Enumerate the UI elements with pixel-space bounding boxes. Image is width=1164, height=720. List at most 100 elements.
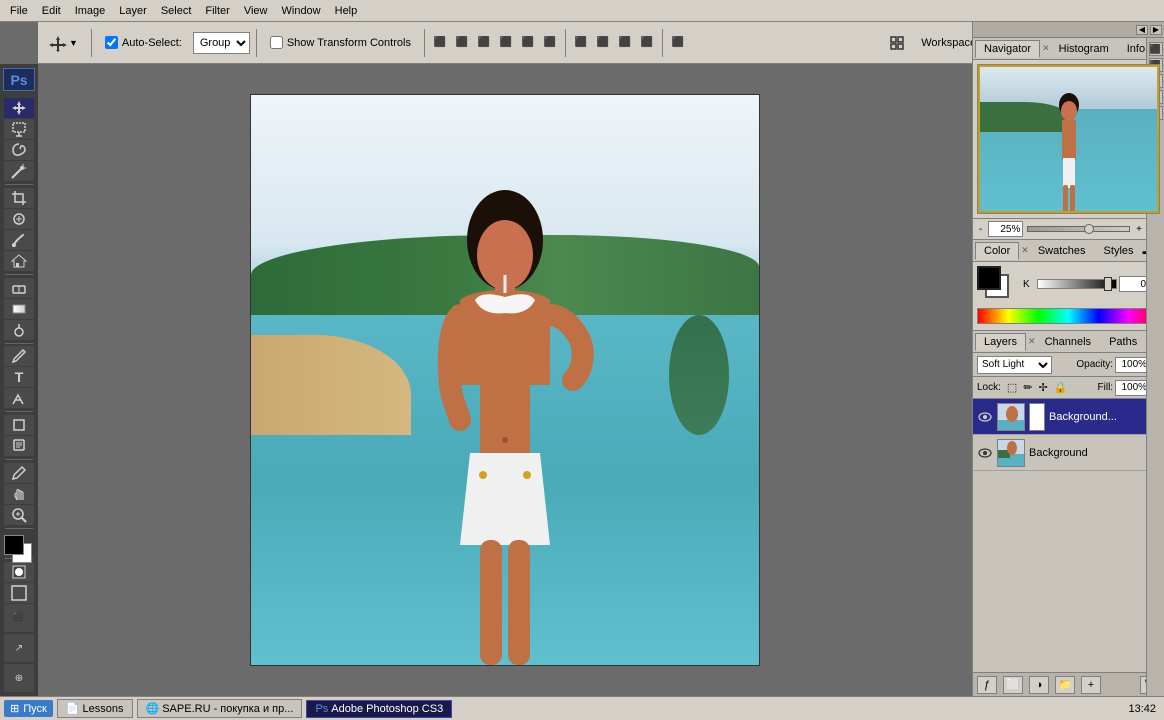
- auto-select-dropdown[interactable]: Group: [193, 32, 250, 54]
- show-transform-label: Show Transform Controls: [263, 30, 418, 56]
- tool-eraser[interactable]: [4, 278, 34, 298]
- layer-row-background-copy[interactable]: Background...: [973, 399, 1164, 435]
- canvas-area[interactable]: [38, 64, 972, 696]
- panel-expand-btn[interactable]: ▶: [1150, 25, 1162, 35]
- tool-shape[interactable]: [4, 415, 34, 435]
- align-top-left-btn[interactable]: ⬛: [431, 34, 449, 52]
- start-button[interactable]: ⊞ Пуск: [4, 700, 53, 717]
- align-bottom-btn[interactable]: ⬛: [475, 34, 493, 52]
- toolbar-sep-1: [91, 29, 92, 57]
- layer-row-background[interactable]: Background 🔒: [973, 435, 1164, 471]
- tool-clone[interactable]: [4, 251, 34, 271]
- tool-eyedropper[interactable]: [4, 463, 34, 483]
- blend-mode-select[interactable]: Soft Light: [977, 356, 1052, 374]
- tab-navigator[interactable]: Navigator: [975, 40, 1040, 58]
- tool-brush[interactable]: [4, 230, 34, 250]
- lock-position-btn[interactable]: ✢: [1039, 381, 1048, 394]
- opacity-input[interactable]: 100%: [1115, 357, 1150, 373]
- tool-selection[interactable]: [4, 119, 34, 139]
- tool-gradient[interactable]: [4, 299, 34, 319]
- menu-item-filter[interactable]: Filter: [199, 3, 235, 19]
- tool-extra-1[interactable]: ⬛: [4, 604, 34, 632]
- tab-layers[interactable]: Layers: [975, 333, 1026, 351]
- tool-hand[interactable]: [4, 484, 34, 504]
- move-tool-btn[interactable]: ▼: [42, 30, 85, 56]
- tab-styles[interactable]: Styles: [1095, 242, 1143, 260]
- tool-path-select[interactable]: [4, 388, 34, 408]
- tool-type[interactable]: T: [4, 367, 34, 387]
- tool-lasso[interactable]: [4, 140, 34, 160]
- taskbar-sape[interactable]: 🌐 SAPE.RU - покупка и пр...: [137, 699, 303, 718]
- align-top-center-btn[interactable]: ⬛: [453, 34, 471, 52]
- tool-quickmask[interactable]: [4, 562, 34, 582]
- layer-name-1: Background...: [1049, 411, 1160, 423]
- k-slider-bar[interactable]: [1037, 279, 1117, 289]
- tool-extra-2[interactable]: ↗: [4, 634, 34, 662]
- menu-item-image[interactable]: Image: [69, 3, 112, 19]
- close-layers-tab[interactable]: ✕: [1028, 336, 1036, 347]
- workspace-icon-btn[interactable]: [882, 30, 912, 56]
- add-style-btn[interactable]: ƒ: [977, 676, 997, 694]
- layer-eye-1[interactable]: [977, 409, 993, 425]
- fg-color-swatch[interactable]: [977, 266, 1001, 290]
- tab-swatches[interactable]: Swatches: [1029, 242, 1095, 260]
- color-spectrum-bar[interactable]: [977, 308, 1160, 324]
- tab-histogram[interactable]: Histogram: [1050, 40, 1118, 58]
- layer-eye-2[interactable]: [977, 445, 993, 461]
- menu-item-file[interactable]: File: [4, 3, 34, 19]
- lock-all-btn[interactable]: 🔒: [1054, 381, 1068, 394]
- align-right-btn[interactable]: ⬛: [541, 34, 559, 52]
- tool-magic-wand[interactable]: [4, 161, 34, 181]
- tool-crop[interactable]: [4, 188, 34, 208]
- close-color-tab[interactable]: ✕: [1021, 245, 1029, 256]
- color-squares[interactable]: [4, 535, 34, 555]
- distribute-top-btn[interactable]: ⬛: [572, 34, 590, 52]
- panel-collapse-btn[interactable]: ◀: [1136, 25, 1148, 35]
- menu-item-edit[interactable]: Edit: [36, 3, 67, 19]
- tool-screenmode[interactable]: [4, 583, 34, 603]
- align-center-btn[interactable]: ⬛: [519, 34, 537, 52]
- auto-align-btn[interactable]: ⬛: [669, 34, 687, 52]
- zoom-value-input[interactable]: 25%: [988, 221, 1023, 237]
- tab-channels[interactable]: Channels: [1036, 333, 1100, 351]
- distribute-bottom-btn[interactable]: ⬛: [616, 34, 634, 52]
- menu-item-select[interactable]: Select: [155, 3, 198, 19]
- auto-select-checkbox[interactable]: [105, 36, 118, 49]
- tool-heal[interactable]: [4, 209, 34, 229]
- foreground-color-swatch[interactable]: [4, 535, 24, 555]
- lock-image-btn[interactable]: ✏: [1023, 381, 1032, 394]
- panel-strip-btn-1[interactable]: ⬛: [1149, 42, 1163, 56]
- tab-paths[interactable]: Paths: [1100, 333, 1146, 351]
- lock-pixels-btn[interactable]: ⬚: [1007, 381, 1017, 394]
- tool-notes[interactable]: [4, 436, 34, 456]
- menu-item-window[interactable]: Window: [276, 3, 327, 19]
- menu-item-layer[interactable]: Layer: [113, 3, 153, 19]
- zoom-slider-thumb[interactable]: [1084, 224, 1094, 234]
- close-navigator-tab[interactable]: ✕: [1042, 43, 1050, 54]
- tool-extra-3[interactable]: ⊕: [4, 664, 34, 692]
- new-group-btn[interactable]: 📁: [1055, 676, 1075, 694]
- tab-color[interactable]: Color: [975, 242, 1019, 260]
- tool-dodge[interactable]: [4, 320, 34, 340]
- canvas-image[interactable]: [250, 94, 760, 666]
- move-icon: [49, 34, 67, 52]
- taskbar-photoshop[interactable]: Ps Adobe Photoshop CS3: [306, 700, 452, 718]
- tool-move[interactable]: [4, 98, 34, 118]
- new-adjustment-btn[interactable]: ◑: [1029, 676, 1049, 694]
- k-slider-thumb[interactable]: [1104, 277, 1112, 291]
- new-layer-btn[interactable]: +: [1081, 676, 1101, 694]
- align-left-btn[interactable]: ⬛: [497, 34, 515, 52]
- distribute-center-btn[interactable]: ⬛: [594, 34, 612, 52]
- tool-zoom[interactable]: [4, 505, 34, 525]
- menu-item-view[interactable]: View: [238, 3, 274, 19]
- tool-pen[interactable]: [4, 346, 34, 366]
- zoom-plus-btn[interactable]: +: [1134, 224, 1144, 235]
- add-mask-btn[interactable]: ⬜: [1003, 676, 1023, 694]
- distribute-left-btn[interactable]: ⬛: [638, 34, 656, 52]
- k-value-input[interactable]: 0: [1119, 276, 1149, 292]
- taskbar-lessons[interactable]: 📄 Lessons: [57, 699, 133, 718]
- show-transform-checkbox[interactable]: [270, 36, 283, 49]
- menu-item-help[interactable]: Help: [329, 3, 364, 19]
- zoom-minus-btn[interactable]: -: [977, 224, 984, 235]
- fill-input[interactable]: 100%: [1115, 380, 1150, 396]
